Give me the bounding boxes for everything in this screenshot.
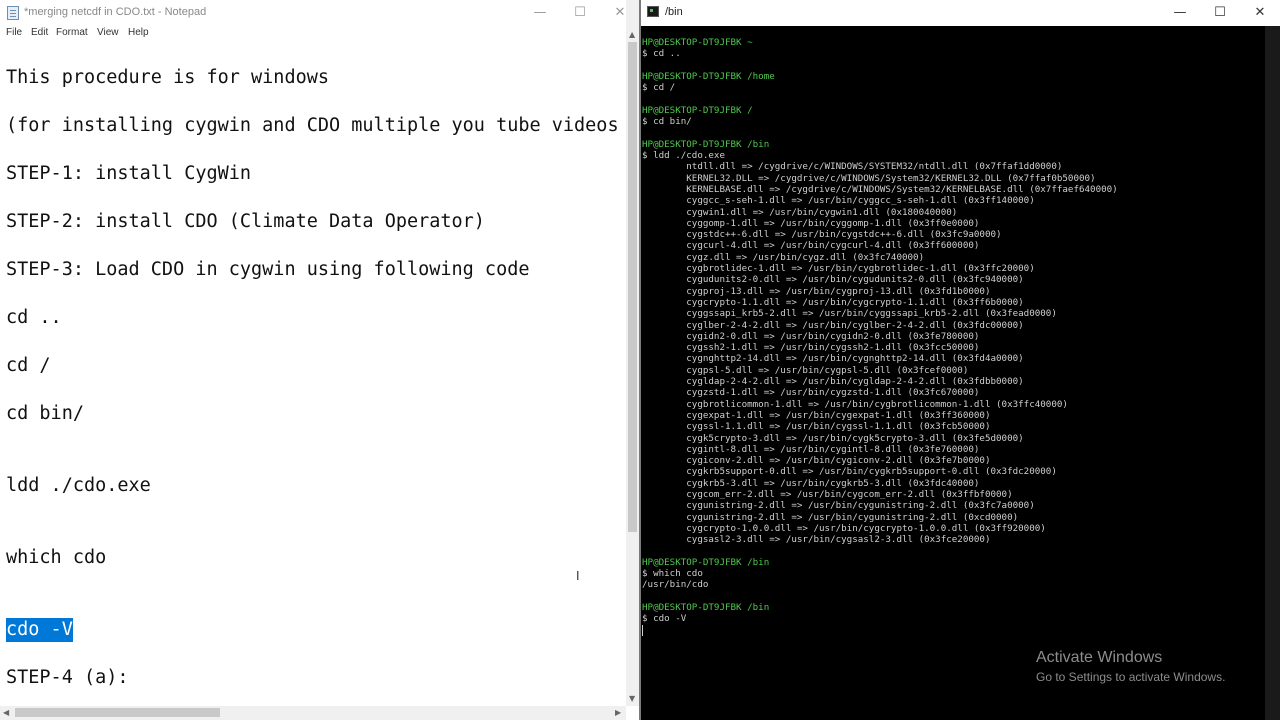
terminal-line: cygunistring-2.dll => /usr/bin/cygunistr… [642, 500, 1035, 512]
terminal-line: cygpsl-5.dll => /usr/bin/cygpsl-5.dll (0… [642, 364, 969, 376]
scroll-left-arrow-icon[interactable]: ◀ [3, 708, 9, 717]
vertical-scroll-thumb[interactable] [628, 42, 637, 532]
menu-edit[interactable]: Edit [31, 27, 48, 38]
terminal-line: cygintl-8.dll => /usr/bin/cygintl-8.dll … [642, 443, 980, 455]
activate-windows-watermark: Activate Windows Go to Settings to activ… [1036, 649, 1225, 684]
text-cursor-icon: I [576, 569, 580, 583]
terminal-line: cygkrb5-3.dll => /usr/bin/cygkrb5-3.dll … [642, 477, 980, 489]
maximize-button[interactable]: ☐ [1200, 0, 1240, 26]
terminal-line: cyggcc_s-seh-1.dll => /usr/bin/cyggcc_s-… [642, 195, 1035, 207]
terminal-title: /bin [665, 6, 683, 18]
terminal-line: cygnghttp2-14.dll => /usr/bin/cygnghttp2… [642, 353, 1024, 365]
terminal-line: cygssh2-1.dll => /usr/bin/cygssh2-1.dll … [642, 342, 980, 354]
terminal-line: cygcurl-4.dll => /usr/bin/cygcurl-4.dll … [642, 240, 980, 252]
terminal-line: cygstdc++-6.dll => /usr/bin/cygstdc++-6.… [642, 229, 1002, 241]
notepad-text-area[interactable]: This procedure is for windows (for insta… [0, 42, 626, 706]
terminal-line: cygbrotlidec-1.dll => /usr/bin/cygbrotli… [642, 263, 1035, 274]
terminal-line: $ cd bin/ [642, 116, 692, 128]
terminal-line: cygwin1.dll => /usr/bin/cygwin1.dll (0x1… [642, 206, 958, 218]
terminal-line: $ which cdo [642, 568, 703, 580]
text-line: cd .. [6, 307, 62, 328]
terminal-line: cygudunits2-0.dll => /usr/bin/cygudunits… [642, 274, 1024, 286]
close-button[interactable]: ✕ [1240, 0, 1280, 26]
menu-view[interactable]: View [97, 27, 119, 38]
terminal-line: cygunistring-2.dll => /usr/bin/cygunistr… [642, 511, 1019, 523]
terminal-line: cygcrypto-1.1.dll => /usr/bin/cygcrypto-… [642, 296, 1024, 308]
terminal-line: cyggomp-1.dll => /usr/bin/cyggomp-1.dll … [642, 217, 980, 229]
text-line: cd bin/ [6, 403, 84, 424]
text-line: ldd ./cdo.exe [6, 475, 151, 496]
terminal-line: $ cd / [642, 82, 676, 94]
text-line: which cdo [6, 547, 107, 568]
selected-text: cdo -V [6, 618, 73, 642]
text-line: This procedure is for windows [6, 67, 330, 88]
menu-file[interactable]: File [6, 27, 22, 38]
terminal-cursor [642, 625, 643, 636]
text-line: STEP-4 (a): [6, 667, 129, 688]
scroll-up-arrow-icon[interactable]: ▲ [629, 30, 635, 39]
terminal-line: /usr/bin/cdo [642, 579, 709, 591]
terminal-titlebar[interactable]: /bin — ☐ ✕ [641, 0, 1280, 26]
terminal-line: cygcrypto-1.0.0.dll => /usr/bin/cygcrypt… [642, 522, 1046, 534]
terminal-line: ntdll.dll => /cygdrive/c/WINDOWS/SYSTEM3… [642, 161, 1063, 173]
minimize-button[interactable]: — [520, 0, 560, 26]
minimize-button[interactable]: — [1160, 0, 1200, 26]
terminal-line: cygidn2-0.dll => /usr/bin/cygidn2-0.dll … [642, 330, 980, 342]
terminal-line: cygcom_err-2.dll => /usr/bin/cygcom_err-… [642, 489, 1013, 500]
terminal-app-icon [647, 6, 659, 17]
terminal-line: KERNEL32.DLL => /cygdrive/c/WINDOWS/Syst… [642, 172, 1096, 184]
terminal-prompt: HP@DESKTOP-DT9JFBK /home [642, 70, 775, 82]
terminal-line: $ ldd ./cdo.exe [642, 150, 725, 161]
terminal-line: KERNELBASE.dll => /cygdrive/c/WINDOWS/Sy… [642, 183, 1118, 195]
terminal-prompt: HP@DESKTOP-DT9JFBK /bin [642, 556, 770, 568]
notepad-window: *merging netcdf in CDO.txt - Notepad — ☐… [0, 0, 640, 720]
terminal-line: $ cdo -V [642, 613, 687, 625]
terminal-line: cygssl-1.1.dll => /usr/bin/cygssl-1.1.dl… [642, 421, 991, 433]
terminal-line: cygkrb5support-0.dll => /usr/bin/cygkrb5… [642, 466, 1057, 478]
terminal-line: cygiconv-2.dll => /usr/bin/cygiconv-2.dl… [642, 455, 991, 467]
notepad-title: *merging netcdf in CDO.txt - Notepad [24, 6, 207, 18]
notepad-menubar: File Edit Format View Help [0, 26, 640, 42]
terminal-line: cygzstd-1.dll => /usr/bin/cygzstd-1.dll … [642, 387, 980, 399]
menu-format[interactable]: Format [56, 27, 88, 38]
terminal-line: cygbrotlicommon-1.dll => /usr/bin/cygbro… [642, 398, 1068, 410]
scroll-right-arrow-icon[interactable]: ▶ [615, 708, 621, 717]
text-line: cd / [6, 355, 51, 376]
terminal-window: /bin — ☐ ✕ HP@DESKTOP-DT9JFBK ~ $ cd .. HP… [641, 0, 1280, 720]
text-line: (for installing cygwin and CDO multiple … [6, 115, 626, 136]
terminal-scrollbar[interactable] [1265, 26, 1280, 720]
terminal-prompt: HP@DESKTOP-DT9JFBK / [642, 104, 753, 116]
maximize-button[interactable]: ☐ [560, 0, 600, 26]
horizontal-scroll-thumb[interactable] [15, 708, 220, 717]
terminal-line: cygz.dll => /usr/bin/cygz.dll (0x3fc7400… [642, 251, 925, 263]
text-line: STEP-1: install CygWin [6, 163, 252, 184]
menu-help[interactable]: Help [128, 27, 149, 38]
notepad-titlebar[interactable]: *merging netcdf in CDO.txt - Notepad — ☐… [0, 0, 640, 26]
text-line: STEP-3: Load CDO in cygwin using followi… [6, 259, 530, 280]
terminal-line: cygsasl2-3.dll => /usr/bin/cygsasl2-3.dl… [642, 534, 991, 546]
notepad-app-icon [7, 6, 19, 20]
terminal-prompt: HP@DESKTOP-DT9JFBK ~ [642, 37, 753, 48]
terminal-line: cygk5crypto-3.dll => /usr/bin/cygk5crypt… [642, 432, 1024, 444]
watermark-title: Activate Windows [1036, 649, 1163, 666]
scroll-down-arrow-icon[interactable]: ▼ [629, 694, 635, 703]
watermark-subtitle: Go to Settings to activate Windows. [1036, 670, 1226, 684]
terminal-prompt: HP@DESKTOP-DT9JFBK /bin [642, 602, 770, 613]
terminal-output[interactable]: HP@DESKTOP-DT9JFBK ~ $ cd .. HP@DESKTOP-DT… [641, 26, 1265, 720]
terminal-line: cygexpat-1.dll => /usr/bin/cygexpat-1.dl… [642, 409, 991, 421]
terminal-line: cygproj-13.dll => /usr/bin/cygproj-13.dl… [642, 285, 991, 297]
text-line: STEP-2: install CDO (Climate Data Operat… [6, 211, 485, 232]
terminal-line: cygldap-2-4-2.dll => /usr/bin/cygldap-2-… [642, 376, 1024, 387]
terminal-line: cyglber-2-4-2.dll => /usr/bin/cyglber-2-… [642, 319, 1024, 331]
terminal-prompt: HP@DESKTOP-DT9JFBK /bin [642, 138, 770, 150]
terminal-line: $ cd .. [642, 48, 681, 60]
terminal-line: cyggssapi_krb5-2.dll => /usr/bin/cyggssa… [642, 308, 1057, 320]
